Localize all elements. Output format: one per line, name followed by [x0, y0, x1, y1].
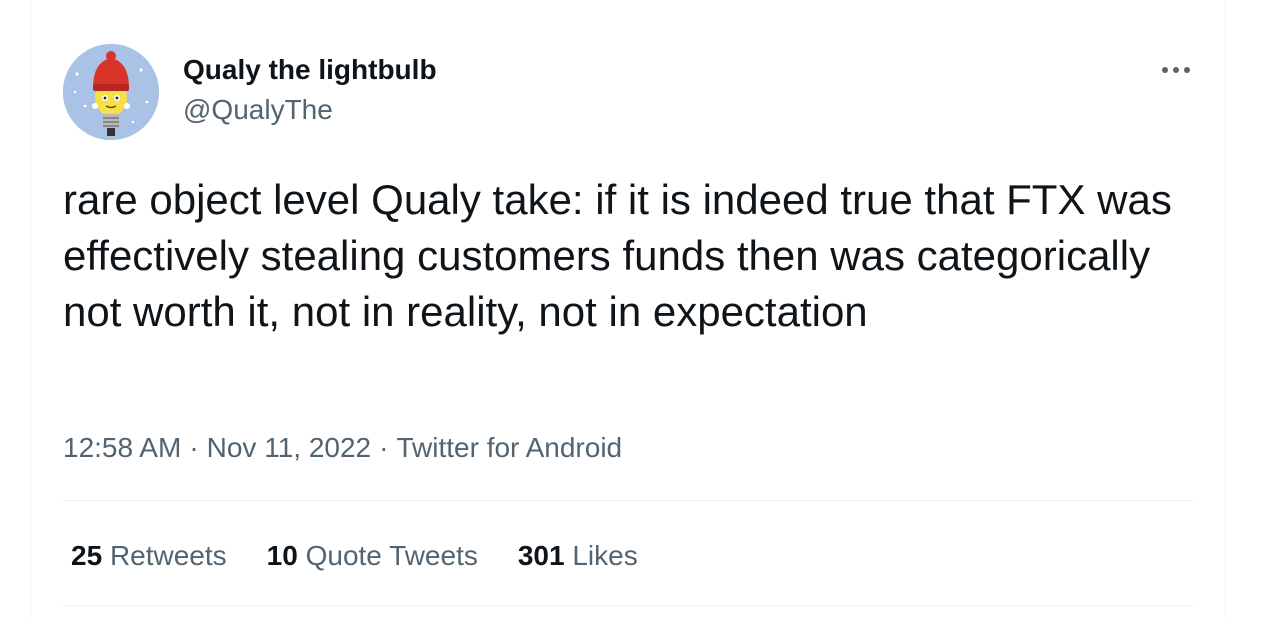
quote-tweets-label: Quote Tweets — [305, 540, 478, 571]
avatar[interactable] — [63, 44, 159, 140]
author-handle[interactable]: @QualyThe — [183, 92, 333, 128]
retweets-stat[interactable]: 25 Retweets — [71, 538, 227, 574]
retweets-count: 25 — [71, 540, 103, 571]
retweets-label: Retweets — [109, 540, 227, 571]
meta-separator: · — [189, 432, 199, 463]
likes-stat[interactable]: 301 Likes — [518, 538, 638, 574]
tweet-stats: 25 Retweets 10 Quote Tweets 301 Likes — [71, 538, 678, 574]
page: Qualy the lightbulb @QualyThe rare objec… — [0, 0, 1278, 618]
tweet-meta: 12:58 AM · Nov 11, 2022 · Twitter for Androi… — [63, 430, 622, 466]
likes-count: 301 — [517, 540, 565, 571]
lightbulb-avatar-icon — [63, 44, 159, 140]
meta-separator: · — [379, 432, 389, 463]
quote-tweets-stat[interactable]: 10 Quote Tweets — [267, 538, 478, 574]
more-options-button[interactable] — [1154, 54, 1198, 86]
tweet-source[interactable]: Twitter for Android — [396, 432, 622, 463]
more-horizontal-icon — [1162, 67, 1190, 73]
tweet-date[interactable]: Nov 11, 2022 — [207, 432, 372, 463]
tweet-text: rare object level Qualy take: if it is i… — [63, 176, 1172, 335]
quote-tweets-count: 10 — [266, 540, 298, 571]
divider — [63, 605, 1195, 606]
tweet-time[interactable]: 12:58 AM — [63, 432, 181, 463]
likes-label: Likes — [572, 540, 638, 571]
author-name[interactable]: Qualy the lightbulb — [183, 52, 437, 88]
divider — [63, 500, 1195, 501]
